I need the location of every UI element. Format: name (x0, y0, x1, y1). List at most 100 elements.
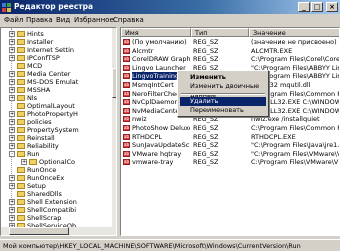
expand-toggle-icon[interactable]: + (9, 215, 15, 221)
tree-item-label: Setup (27, 182, 46, 190)
column-type-header[interactable]: Тип (191, 28, 249, 37)
expand-toggle-icon[interactable]: + (9, 31, 15, 37)
expand-toggle-icon[interactable]: + (9, 127, 15, 133)
folder-icon (17, 31, 25, 37)
value-name: RTHDCPL (132, 132, 162, 141)
ctx-modify[interactable]: Изменить (180, 73, 266, 82)
value-type: REG_SZ (193, 124, 219, 132)
tree-item-label: Reliability (27, 142, 59, 150)
value-data: C:\Program Files\Corel\Corel Graphics 12… (251, 55, 340, 64)
folder-icon (17, 119, 25, 125)
value-data: "C:\Program Files\VMware\VMware Workstat… (251, 149, 340, 158)
expand-toggle-icon[interactable]: + (9, 47, 15, 53)
menu-bar: Файл Правка Вид Избранное Справка (0, 14, 340, 26)
expand-toggle-icon[interactable]: + (21, 159, 27, 165)
string-value-icon: ab (123, 116, 130, 123)
folder-icon (17, 55, 25, 61)
value-row[interactable]: ab Alcmtr REG_SZ ALCMTR.EXE (121, 47, 339, 55)
value-row[interactable]: ab (По умолчанию) REG_SZ (значение не присв… (121, 38, 339, 46)
expand-toggle-icon[interactable]: + (9, 119, 15, 125)
tree-item-label: ShellCompatibi (27, 206, 77, 214)
close-button[interactable]: × (326, 2, 338, 12)
tree-hscroll-thumb[interactable] (9, 227, 69, 235)
expand-toggle-icon[interactable]: + (9, 95, 15, 101)
tree-item-label: RunOnceEx (27, 174, 65, 182)
value-data: C:\Program Files\VMware\VMware Workstati… (251, 158, 339, 167)
folder-icon (17, 135, 25, 141)
expand-toggle-icon[interactable]: + (9, 143, 15, 149)
column-data-header[interactable]: Значение (249, 28, 339, 37)
string-value-icon: ab (123, 56, 130, 63)
string-value-icon: ab (123, 125, 130, 131)
collapse-toggle-icon[interactable]: - (9, 151, 15, 157)
expand-toggle-icon[interactable]: + (9, 79, 15, 85)
string-value-icon: ab (123, 64, 130, 71)
maximize-button[interactable]: □ (311, 2, 323, 12)
string-value-icon: ab (123, 90, 130, 97)
folder-icon (17, 143, 25, 149)
value-type: REG_SZ (193, 38, 219, 46)
string-value-icon: ab (123, 150, 130, 157)
expand-toggle-icon[interactable]: + (9, 135, 15, 141)
menu-help[interactable]: Справка (113, 14, 144, 26)
menu-view[interactable]: Вид (56, 14, 70, 26)
value-data: C:\Program Files\Common Files\Roxio Shar… (251, 124, 339, 132)
values-list[interactable]: Имя Тип Значение ab (По умолчанию) REG_SZ(… (120, 27, 340, 236)
value-type: REG_SZ (193, 55, 219, 64)
string-value-icon: ab (123, 159, 130, 166)
menu-file[interactable]: Файл (4, 14, 23, 26)
value-name: Alcmtr (132, 46, 154, 55)
value-name: SunJavaUpdateSc... (132, 141, 190, 150)
menu-favorites[interactable]: Избранное (74, 14, 114, 26)
expand-toggle-icon[interactable]: + (9, 87, 15, 93)
folder-icon (17, 175, 25, 181)
column-name-header[interactable]: Имя (121, 28, 191, 37)
minimize-button[interactable]: _ (298, 2, 310, 12)
title-bar[interactable]: Редактор реестра _ □ × (0, 0, 340, 14)
tree-item-label: MCD (27, 62, 43, 70)
tree-item-label: IPConfTSP (27, 54, 60, 62)
menu-edit[interactable]: Правка (26, 14, 53, 26)
value-row[interactable]: ab SunJavaUpdateSc... REG_SZ "C:\Program Fi… (121, 141, 339, 149)
tree-item-label: PhotoPropertyH (27, 110, 78, 118)
value-type: REG_SZ (193, 158, 219, 167)
string-value-icon: ab (123, 82, 130, 88)
value-row[interactable]: abCorelDRAW Graphi...REG_SZ C:\Program Fi… (121, 55, 339, 63)
folder-icon (29, 159, 37, 165)
tree-item-label: Internet Settin (27, 46, 75, 54)
string-value-icon: ab (123, 99, 130, 106)
expand-toggle-icon[interactable]: + (9, 199, 15, 205)
value-name: CorelDRAW Graphi... (132, 55, 190, 64)
expand-toggle-icon[interactable]: + (9, 175, 15, 181)
folder-icon (17, 95, 25, 101)
tree-item-label: MS-DOS Emulat (27, 78, 79, 86)
expand-toggle-icon[interactable]: + (9, 71, 15, 77)
value-type: REG_SZ (193, 132, 219, 141)
value-type: REG_SZ (193, 141, 219, 150)
tree-horizontal-scrollbar[interactable] (1, 227, 112, 235)
value-row[interactable]: abPhotoShow Deluxe...REG_SZ C:\Program Fi… (121, 124, 339, 132)
folder-icon (17, 79, 25, 85)
folder-icon (17, 207, 25, 213)
expand-toggle-icon[interactable]: + (9, 183, 15, 189)
tree-item-label: Shell Extension (27, 198, 77, 206)
expand-toggle-icon[interactable]: + (9, 55, 15, 61)
ctx-rename[interactable]: Переименовать (180, 106, 266, 115)
value-row[interactable]: ab VMware hqtray REG_SZ "C:\Program Files\V… (121, 150, 339, 158)
ctx-modify-binary[interactable]: Изменить двоичные данные (180, 82, 266, 99)
value-row[interactable]: ab vmware-tray REG_SZ C:\Program Files\VMwa… (121, 158, 339, 166)
folder-icon (17, 39, 25, 45)
value-type: REG_SZ (193, 46, 219, 55)
expand-toggle-icon[interactable]: + (9, 39, 15, 45)
key-tree[interactable]: + Hints + Installer + Internet Settin + IPConfT… (0, 27, 117, 236)
string-value-icon: ab (123, 73, 130, 80)
expand-toggle-icon[interactable]: + (9, 111, 15, 117)
context-menu: Изменить Изменить двоичные данные Удалит… (177, 70, 269, 117)
tree-item-label: SharedDlls (27, 190, 62, 198)
ctx-delete[interactable]: Удалить (180, 97, 266, 106)
value-name: (По умолчанию) (132, 38, 187, 46)
folder-icon (17, 151, 25, 157)
value-row[interactable]: ab RTHDCPL REG_SZ RTHDCPL.EXE (121, 133, 339, 141)
expand-toggle-icon[interactable]: + (9, 207, 15, 213)
string-value-icon: ab (123, 39, 130, 45)
